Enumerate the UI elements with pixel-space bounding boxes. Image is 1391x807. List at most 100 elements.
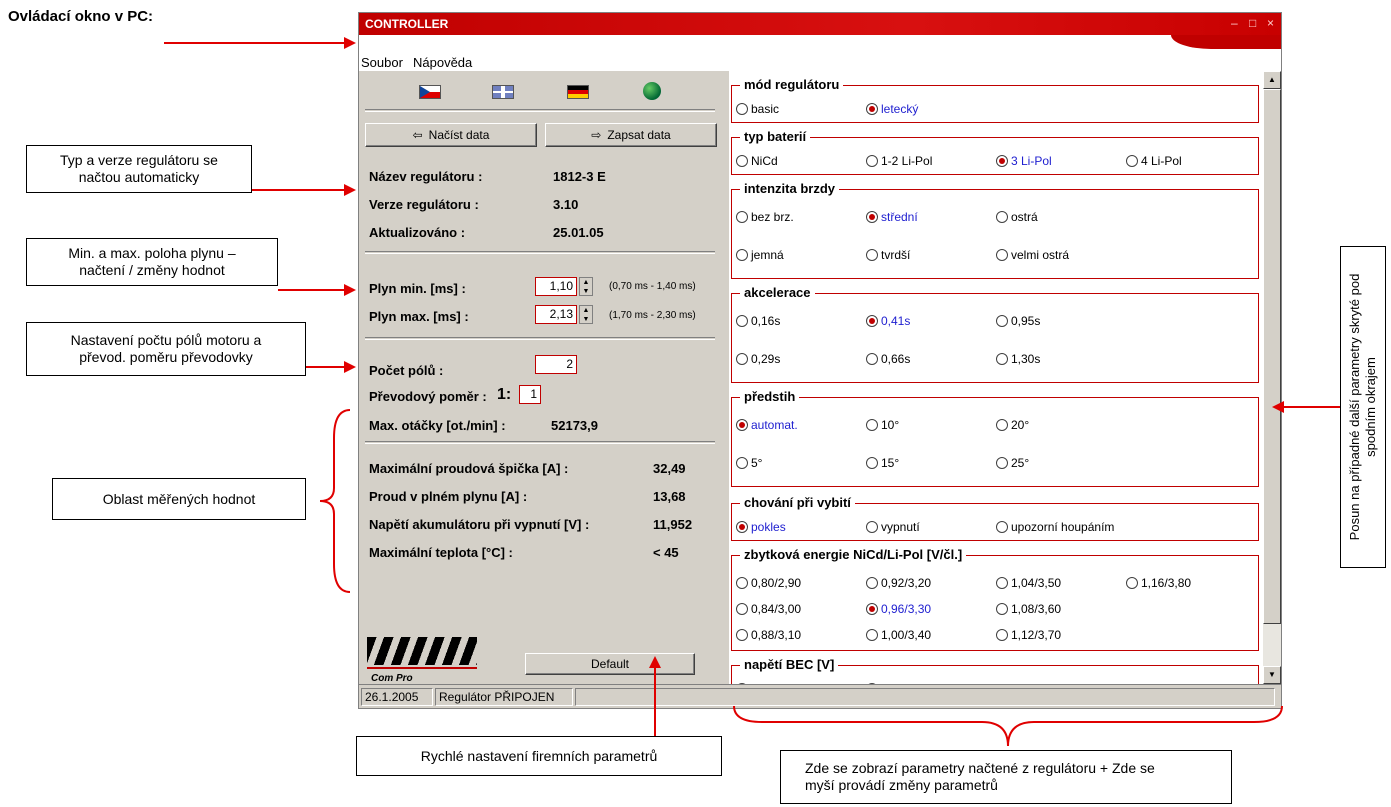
radio-nicd[interactable]: NiCd — [736, 154, 778, 168]
arrow-head — [344, 37, 356, 49]
maximize-icon[interactable]: □ — [1249, 16, 1256, 30]
group-title: intenzita brzdy — [740, 181, 840, 196]
radio-label: 4 Li-Pol — [1141, 154, 1182, 168]
scroll-up-icon[interactable]: ▲ — [1263, 71, 1281, 89]
radio-res-116[interactable]: 1,16/3,80 — [1126, 576, 1191, 590]
globe-icon[interactable] — [643, 82, 661, 100]
radio-brake-soft[interactable]: jemná — [736, 248, 784, 262]
menu-soubor[interactable]: Soubor — [361, 55, 403, 70]
gear-input[interactable]: 1 — [519, 385, 541, 404]
callout-text: Nastavení počtu pólů motoru a převod. po… — [70, 332, 262, 365]
radio-circle-icon — [1126, 577, 1138, 589]
radio-accel-066[interactable]: 0,66s — [866, 352, 910, 366]
minimize-icon[interactable]: – — [1231, 16, 1238, 30]
arrow-head — [344, 184, 356, 196]
radio-cutoff-reduce[interactable]: pokles — [736, 520, 786, 534]
radio-letecky[interactable]: letecký — [866, 102, 918, 116]
menu-napoveda[interactable]: Nápověda — [413, 55, 472, 70]
uk-flag-icon[interactable] — [492, 85, 514, 99]
radio-label: 1,12/3,70 — [1011, 628, 1062, 642]
radio-label: 20° — [1011, 418, 1030, 432]
name-value: 1812-3 E — [553, 169, 606, 184]
updated-value: 25.01.05 — [553, 225, 604, 240]
radio-label: 0,29s — [751, 352, 781, 366]
throttle-min-spinner[interactable]: ▲ ▼ — [579, 277, 593, 296]
radio-1-2-lipol[interactable]: 1-2 Li-Pol — [866, 154, 932, 168]
throttle-max-input[interactable]: 2,13 — [535, 305, 577, 324]
radio-cutoff-off[interactable]: vypnutí — [866, 520, 920, 534]
radio-label: 15° — [881, 456, 900, 470]
radio-res-092[interactable]: 0,92/3,20 — [866, 576, 931, 590]
radio-basic[interactable]: basic — [736, 102, 779, 116]
radio-accel-016[interactable]: 0,16s — [736, 314, 780, 328]
arrow-head — [1272, 401, 1284, 413]
radio-circle-icon — [996, 249, 1008, 261]
radio-label: bez brz. — [751, 210, 794, 224]
radio-res-096[interactable]: 0,96/3,30 — [866, 602, 931, 616]
radio-res-104[interactable]: 1,04/3,50 — [996, 576, 1061, 590]
radio-label: 1,30s — [1011, 352, 1041, 366]
radio-res-108[interactable]: 1,08/3,60 — [996, 602, 1061, 616]
poles-input[interactable]: 2 — [535, 355, 577, 374]
arrow-head — [649, 656, 661, 668]
radio-label: velmi ostrá — [1011, 248, 1070, 262]
czech-flag-icon[interactable] — [419, 85, 441, 99]
radio-brake-hard[interactable]: tvrdší — [866, 248, 910, 262]
write-icon: ⇨ — [591, 128, 602, 142]
radio-timing-15[interactable]: 15° — [866, 456, 899, 470]
radio-res-080[interactable]: 0,80/2,90 — [736, 576, 801, 590]
throttle-max-spinner[interactable]: ▲ ▼ — [579, 305, 593, 324]
radio-timing-5[interactable]: 5° — [736, 456, 762, 470]
menu-bar: Soubor Nápověda — [359, 35, 1281, 71]
radio-circle-icon — [736, 103, 748, 115]
radio-brake-sharp[interactable]: ostrá — [996, 210, 1038, 224]
radio-label: 1,04/3,50 — [1011, 576, 1062, 590]
write-data-button[interactable]: ⇨ Zapsat data — [545, 123, 717, 147]
radio-res-112[interactable]: 1,12/3,70 — [996, 628, 1061, 642]
window-title: CONTROLLER — [365, 17, 449, 31]
radio-label: 0,95s — [1011, 314, 1041, 328]
cutoff-voltage-value: 11,952 — [653, 517, 693, 532]
throttle-min-input[interactable]: 1,10 — [535, 277, 577, 296]
left-panel: ⇦ Načíst data ⇨ Zapsat data Název reguláto… — [359, 71, 721, 684]
radio-timing-auto[interactable]: automat. — [736, 418, 798, 432]
radio-circle-icon — [866, 103, 878, 115]
vertical-scrollbar[interactable]: ▲ ▼ — [1263, 71, 1281, 684]
default-button[interactable]: Default — [525, 653, 695, 675]
scroll-down-icon[interactable]: ▼ — [1263, 666, 1281, 684]
radio-brake-none[interactable]: bez brz. — [736, 210, 794, 224]
radio-res-100[interactable]: 1,00/3,40 — [866, 628, 931, 642]
radio-accel-041[interactable]: 0,41s — [866, 314, 910, 328]
radio-3-lipol[interactable]: 3 Li-Pol — [996, 154, 1052, 168]
scroll-thumb[interactable] — [1263, 89, 1281, 624]
page-heading: Ovládací okno v PC: — [8, 8, 154, 25]
radio-accel-029[interactable]: 0,29s — [736, 352, 780, 366]
radio-circle-icon — [866, 315, 878, 327]
radio-timing-10[interactable]: 10° — [866, 418, 899, 432]
german-flag-icon[interactable] — [567, 85, 589, 99]
load-data-button[interactable]: ⇦ Načíst data — [365, 123, 537, 147]
close-icon[interactable]: × — [1267, 16, 1274, 30]
group-residual-energy: zbytková energie NiCd/Li-Pol [V/čl.] 0,8… — [731, 547, 1259, 651]
radio-timing-20[interactable]: 20° — [996, 418, 1029, 432]
arrow-head — [344, 361, 356, 373]
radio-res-088[interactable]: 0,88/3,10 — [736, 628, 801, 642]
radio-res-084[interactable]: 0,84/3,00 — [736, 602, 801, 616]
radio-accel-095[interactable]: 0,95s — [996, 314, 1040, 328]
radio-label: 25° — [1011, 456, 1030, 470]
radio-brake-very-sharp[interactable]: velmi ostrá — [996, 248, 1069, 262]
radio-label: automat. — [751, 418, 798, 432]
group-title: akcelerace — [740, 285, 815, 300]
radio-timing-25[interactable]: 25° — [996, 456, 1029, 470]
radio-label: 0,16s — [751, 314, 781, 328]
radio-accel-130[interactable]: 1,30s — [996, 352, 1040, 366]
full-throttle-current-value: 13,68 — [653, 489, 686, 504]
radio-circle-icon — [996, 629, 1008, 641]
radio-circle-icon — [736, 521, 748, 533]
radio-circle-icon — [996, 315, 1008, 327]
radio-4-lipol[interactable]: 4 Li-Pol — [1126, 154, 1182, 168]
measured-brace — [319, 409, 351, 593]
radio-cutoff-warn[interactable]: upozorní houpáním — [996, 520, 1114, 534]
radio-label: basic — [751, 102, 780, 116]
radio-brake-medium[interactable]: střední — [866, 210, 918, 224]
